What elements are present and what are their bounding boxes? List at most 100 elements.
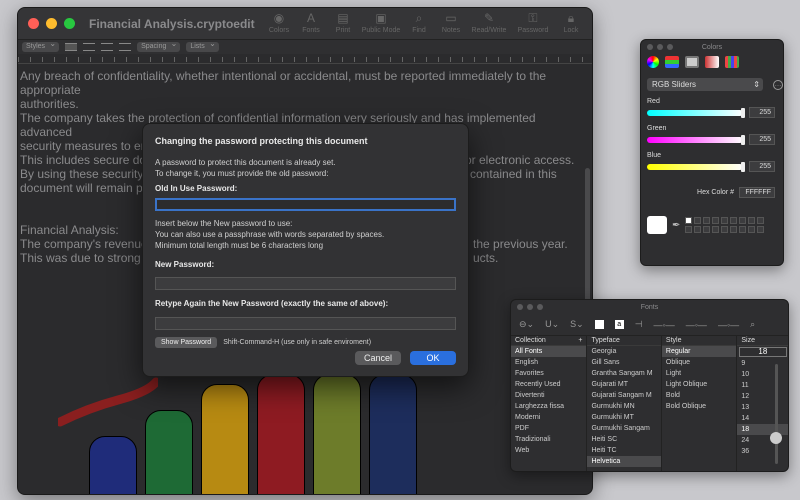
action-menu-icon[interactable]: ⊖⌄ [519,319,534,330]
color-palettes-tab-icon[interactable] [685,56,699,68]
collection-item[interactable]: English [511,357,586,368]
swatch[interactable] [685,226,693,233]
collection-item[interactable]: Divertenti [511,390,586,401]
zoom-button[interactable] [64,18,75,29]
typeface-item[interactable]: Gurmukhi MT [587,412,660,423]
swatch[interactable] [703,226,711,233]
typeface-item[interactable]: Heiti SC [587,434,660,445]
size-item[interactable]: 36 [737,446,788,457]
swatch[interactable] [703,217,711,224]
collection-item[interactable]: All Fonts [511,346,587,357]
swatch[interactable] [748,226,756,233]
collection-item[interactable]: Favorites [511,368,586,379]
ok-button[interactable]: OK [410,351,456,365]
swatch[interactable] [712,217,720,224]
style-item[interactable]: Light [662,368,736,379]
color-sliders-tab-icon[interactable] [665,56,679,68]
image-palettes-tab-icon[interactable] [705,56,719,68]
typeface-item[interactable]: Heiti TC [587,445,660,456]
align-right-button[interactable] [101,43,114,51]
size-input[interactable]: 18 [739,347,788,357]
typeface-item[interactable]: Gujarati MT [587,379,660,390]
color-wheel-tab-icon[interactable] [647,56,659,68]
blue-value-field[interactable]: 255 [749,161,775,172]
hex-value-field[interactable]: FFFFFF [739,187,775,198]
toolbar-print-button[interactable]: ▤ Print [330,11,356,34]
style-item[interactable]: Bold Oblique [662,401,736,412]
size-item[interactable]: 13 [737,402,788,413]
swatch[interactable] [721,217,729,224]
search-icon[interactable]: ⌕ [750,319,755,330]
size-slider[interactable] [770,364,782,464]
shadow-icon[interactable]: ⊣ [635,319,643,330]
new-password-field[interactable] [155,277,456,290]
swatch[interactable] [694,217,702,224]
typeface-item[interactable]: Georgia [587,346,660,357]
add-collection-icon[interactable]: + [578,337,582,344]
style-item[interactable]: Bold [662,390,736,401]
swatch[interactable] [757,217,765,224]
red-slider-knob[interactable] [741,107,745,118]
collection-item[interactable]: Larghezza fissa [511,401,586,412]
shadow-blur-slider[interactable]: —◦— [686,320,707,330]
swatch[interactable] [748,217,756,224]
style-item[interactable]: Regular [661,346,737,357]
swatch[interactable] [739,226,747,233]
close-button[interactable] [28,18,39,29]
slider-mode-select[interactable]: RGB Sliders [647,78,763,91]
lists-dropdown[interactable]: Lists [186,39,219,52]
toolbar-find-button[interactable]: ⌕ Find [406,11,432,34]
show-password-button[interactable]: Show Password [155,337,218,348]
toolbar-notes-button[interactable]: ▭ Notes [438,11,464,34]
size-item[interactable]: 12 [737,391,788,402]
swatch[interactable] [712,226,720,233]
typeface-item[interactable]: Gill Sans [587,357,660,368]
typeface-item[interactable]: Helvetica [587,456,661,467]
toolbar-lock-button[interactable]: 🔒︎ Lock [558,11,584,34]
retype-password-field[interactable] [155,317,456,330]
green-slider[interactable] [647,134,745,145]
size-slider-knob[interactable] [770,432,782,444]
size-item[interactable]: 11 [737,380,788,391]
minimize-button[interactable] [46,18,57,29]
toolbar-public-mode-button[interactable]: ▣ Public Mode [362,11,401,34]
style-item[interactable]: Light Oblique [662,379,736,390]
blue-slider[interactable] [647,161,745,172]
collection-item[interactable]: Moderni [511,412,586,423]
typeface-item[interactable]: Gujarati Sangam M [587,390,660,401]
spacing-dropdown[interactable]: Spacing [137,39,181,52]
pencils-tab-icon[interactable] [725,56,739,68]
align-left-button[interactable] [65,43,78,51]
strikethrough-icon[interactable]: S⌄ [570,319,584,330]
red-value-field[interactable]: 255 [749,107,775,118]
blue-slider-knob[interactable] [741,161,745,172]
shadow-opacity-slider[interactable]: —◦— [654,320,675,330]
underline-icon[interactable]: U⌄ [545,319,559,330]
toolbar-fonts-button[interactable]: A Fonts [298,11,324,34]
size-item[interactable]: 10 [737,369,788,380]
eyedropper-icon[interactable]: ✒ [672,220,680,231]
text-color-swatch[interactable] [594,320,604,329]
current-color-swatch[interactable] [647,216,667,234]
toolbar-colors-button[interactable]: ◉ Colors [266,11,292,34]
swatch[interactable] [685,217,693,224]
swatch[interactable] [694,226,702,233]
align-center-button[interactable] [83,43,96,51]
styles-dropdown[interactable]: Styles [22,39,60,52]
collection-item[interactable]: Recently Used [511,379,586,390]
collection-item[interactable]: Web [511,445,586,456]
typeface-item[interactable]: Gurmukhi MN [587,401,660,412]
swatch[interactable] [721,226,729,233]
green-value-field[interactable]: 255 [749,134,775,145]
shadow-offset-slider[interactable]: —◦— [718,320,739,330]
style-item[interactable]: Oblique [662,357,736,368]
toolbar-password-button[interactable]: ⚿ Password [514,11,552,34]
typeface-item[interactable]: Grantha Sangam M [587,368,660,379]
green-slider-knob[interactable] [741,134,745,145]
size-item[interactable]: 9 [737,358,788,369]
ruler[interactable] [18,54,592,64]
document-color-swatch[interactable]: a [614,320,624,329]
size-item[interactable]: 14 [737,413,788,424]
collection-item[interactable]: PDF [511,423,586,434]
swatch[interactable] [730,226,738,233]
